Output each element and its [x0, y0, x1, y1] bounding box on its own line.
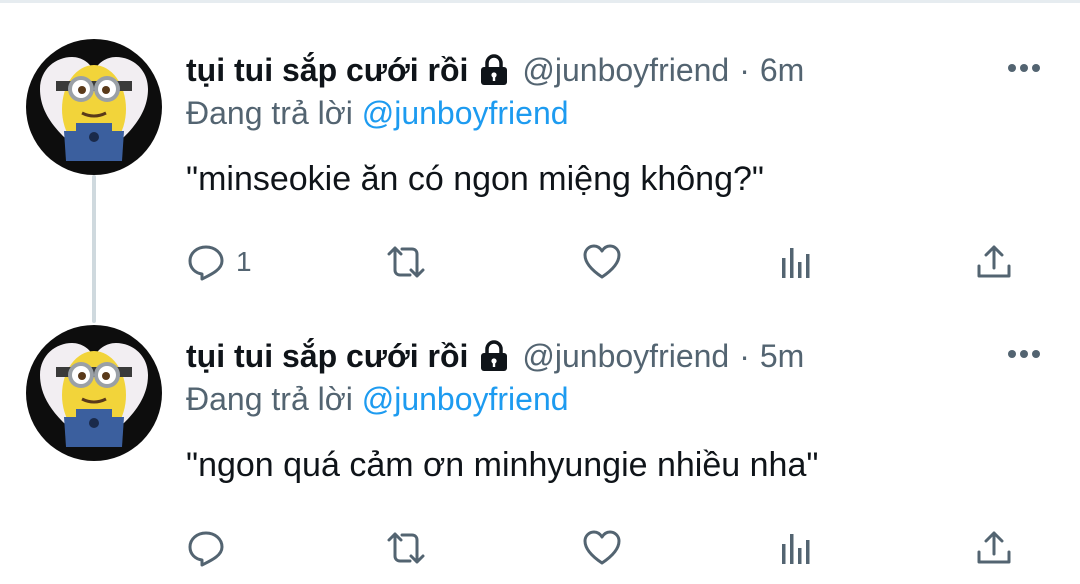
- reply-button[interactable]: [186, 526, 236, 570]
- share-icon: [974, 528, 1014, 568]
- tweet-text: "ngon quá cảm ơn minhyungie nhiều nha": [186, 446, 819, 484]
- tweet-actions: 1: [186, 240, 1026, 284]
- analytics-button[interactable]: [778, 526, 814, 570]
- reply-icon: [186, 242, 226, 282]
- replying-prefix: Đang trả lời: [186, 95, 353, 131]
- more-icon[interactable]: [1006, 344, 1042, 364]
- analytics-icon: [778, 242, 814, 282]
- timestamp[interactable]: 6m: [760, 52, 804, 89]
- like-button[interactable]: [582, 526, 622, 570]
- tweet-1[interactable]: tụi tui sắp cưới rồi @junboyfriend · 6m …: [0, 0, 1080, 284]
- more-icon[interactable]: [1006, 58, 1042, 78]
- reply-icon: [186, 528, 226, 568]
- tweet-header: tụi tui sắp cưới rồi @junboyfriend · 5m: [186, 334, 804, 378]
- share-button[interactable]: [974, 240, 1014, 284]
- tweet-header: tụi tui sắp cưới rồi @junboyfriend · 6m: [186, 48, 804, 92]
- share-icon: [974, 242, 1014, 282]
- tweet-text: "minseokie ăn có ngon miệng không?": [186, 160, 764, 198]
- avatar[interactable]: [26, 325, 162, 461]
- separator-dot: ·: [739, 337, 750, 374]
- user-handle[interactable]: @junboyfriend: [522, 52, 729, 89]
- lock-icon: [478, 53, 510, 87]
- tweet-2[interactable]: tụi tui sắp cưới rồi @junboyfriend · 5m …: [0, 286, 1080, 570]
- reply-button[interactable]: 1: [186, 240, 252, 284]
- analytics-button[interactable]: [778, 240, 814, 284]
- avatar[interactable]: [26, 39, 162, 175]
- replying-mention-link[interactable]: @junboyfriend: [362, 95, 569, 131]
- tweet-actions: [186, 526, 1026, 570]
- replying-to: Đang trả lời @junboyfriend: [186, 381, 569, 418]
- lock-icon: [478, 339, 510, 373]
- replying-prefix: Đang trả lời: [186, 381, 353, 417]
- retweet-icon: [384, 242, 428, 282]
- user-handle[interactable]: @junboyfriend: [522, 338, 729, 375]
- timestamp[interactable]: 5m: [760, 338, 804, 375]
- retweet-button[interactable]: [384, 526, 428, 570]
- retweet-icon: [384, 528, 428, 568]
- like-icon: [582, 528, 622, 568]
- replying-mention-link[interactable]: @junboyfriend: [362, 381, 569, 417]
- display-name[interactable]: tụi tui sắp cưới rồi: [186, 52, 468, 89]
- analytics-icon: [778, 528, 814, 568]
- share-button[interactable]: [974, 526, 1014, 570]
- replying-to: Đang trả lời @junboyfriend: [186, 95, 569, 132]
- retweet-button[interactable]: [384, 240, 428, 284]
- display-name[interactable]: tụi tui sắp cưới rồi: [186, 338, 468, 375]
- reply-count: 1: [236, 246, 252, 277]
- like-button[interactable]: [582, 240, 622, 284]
- separator-dot: ·: [739, 51, 750, 88]
- like-icon: [582, 242, 622, 282]
